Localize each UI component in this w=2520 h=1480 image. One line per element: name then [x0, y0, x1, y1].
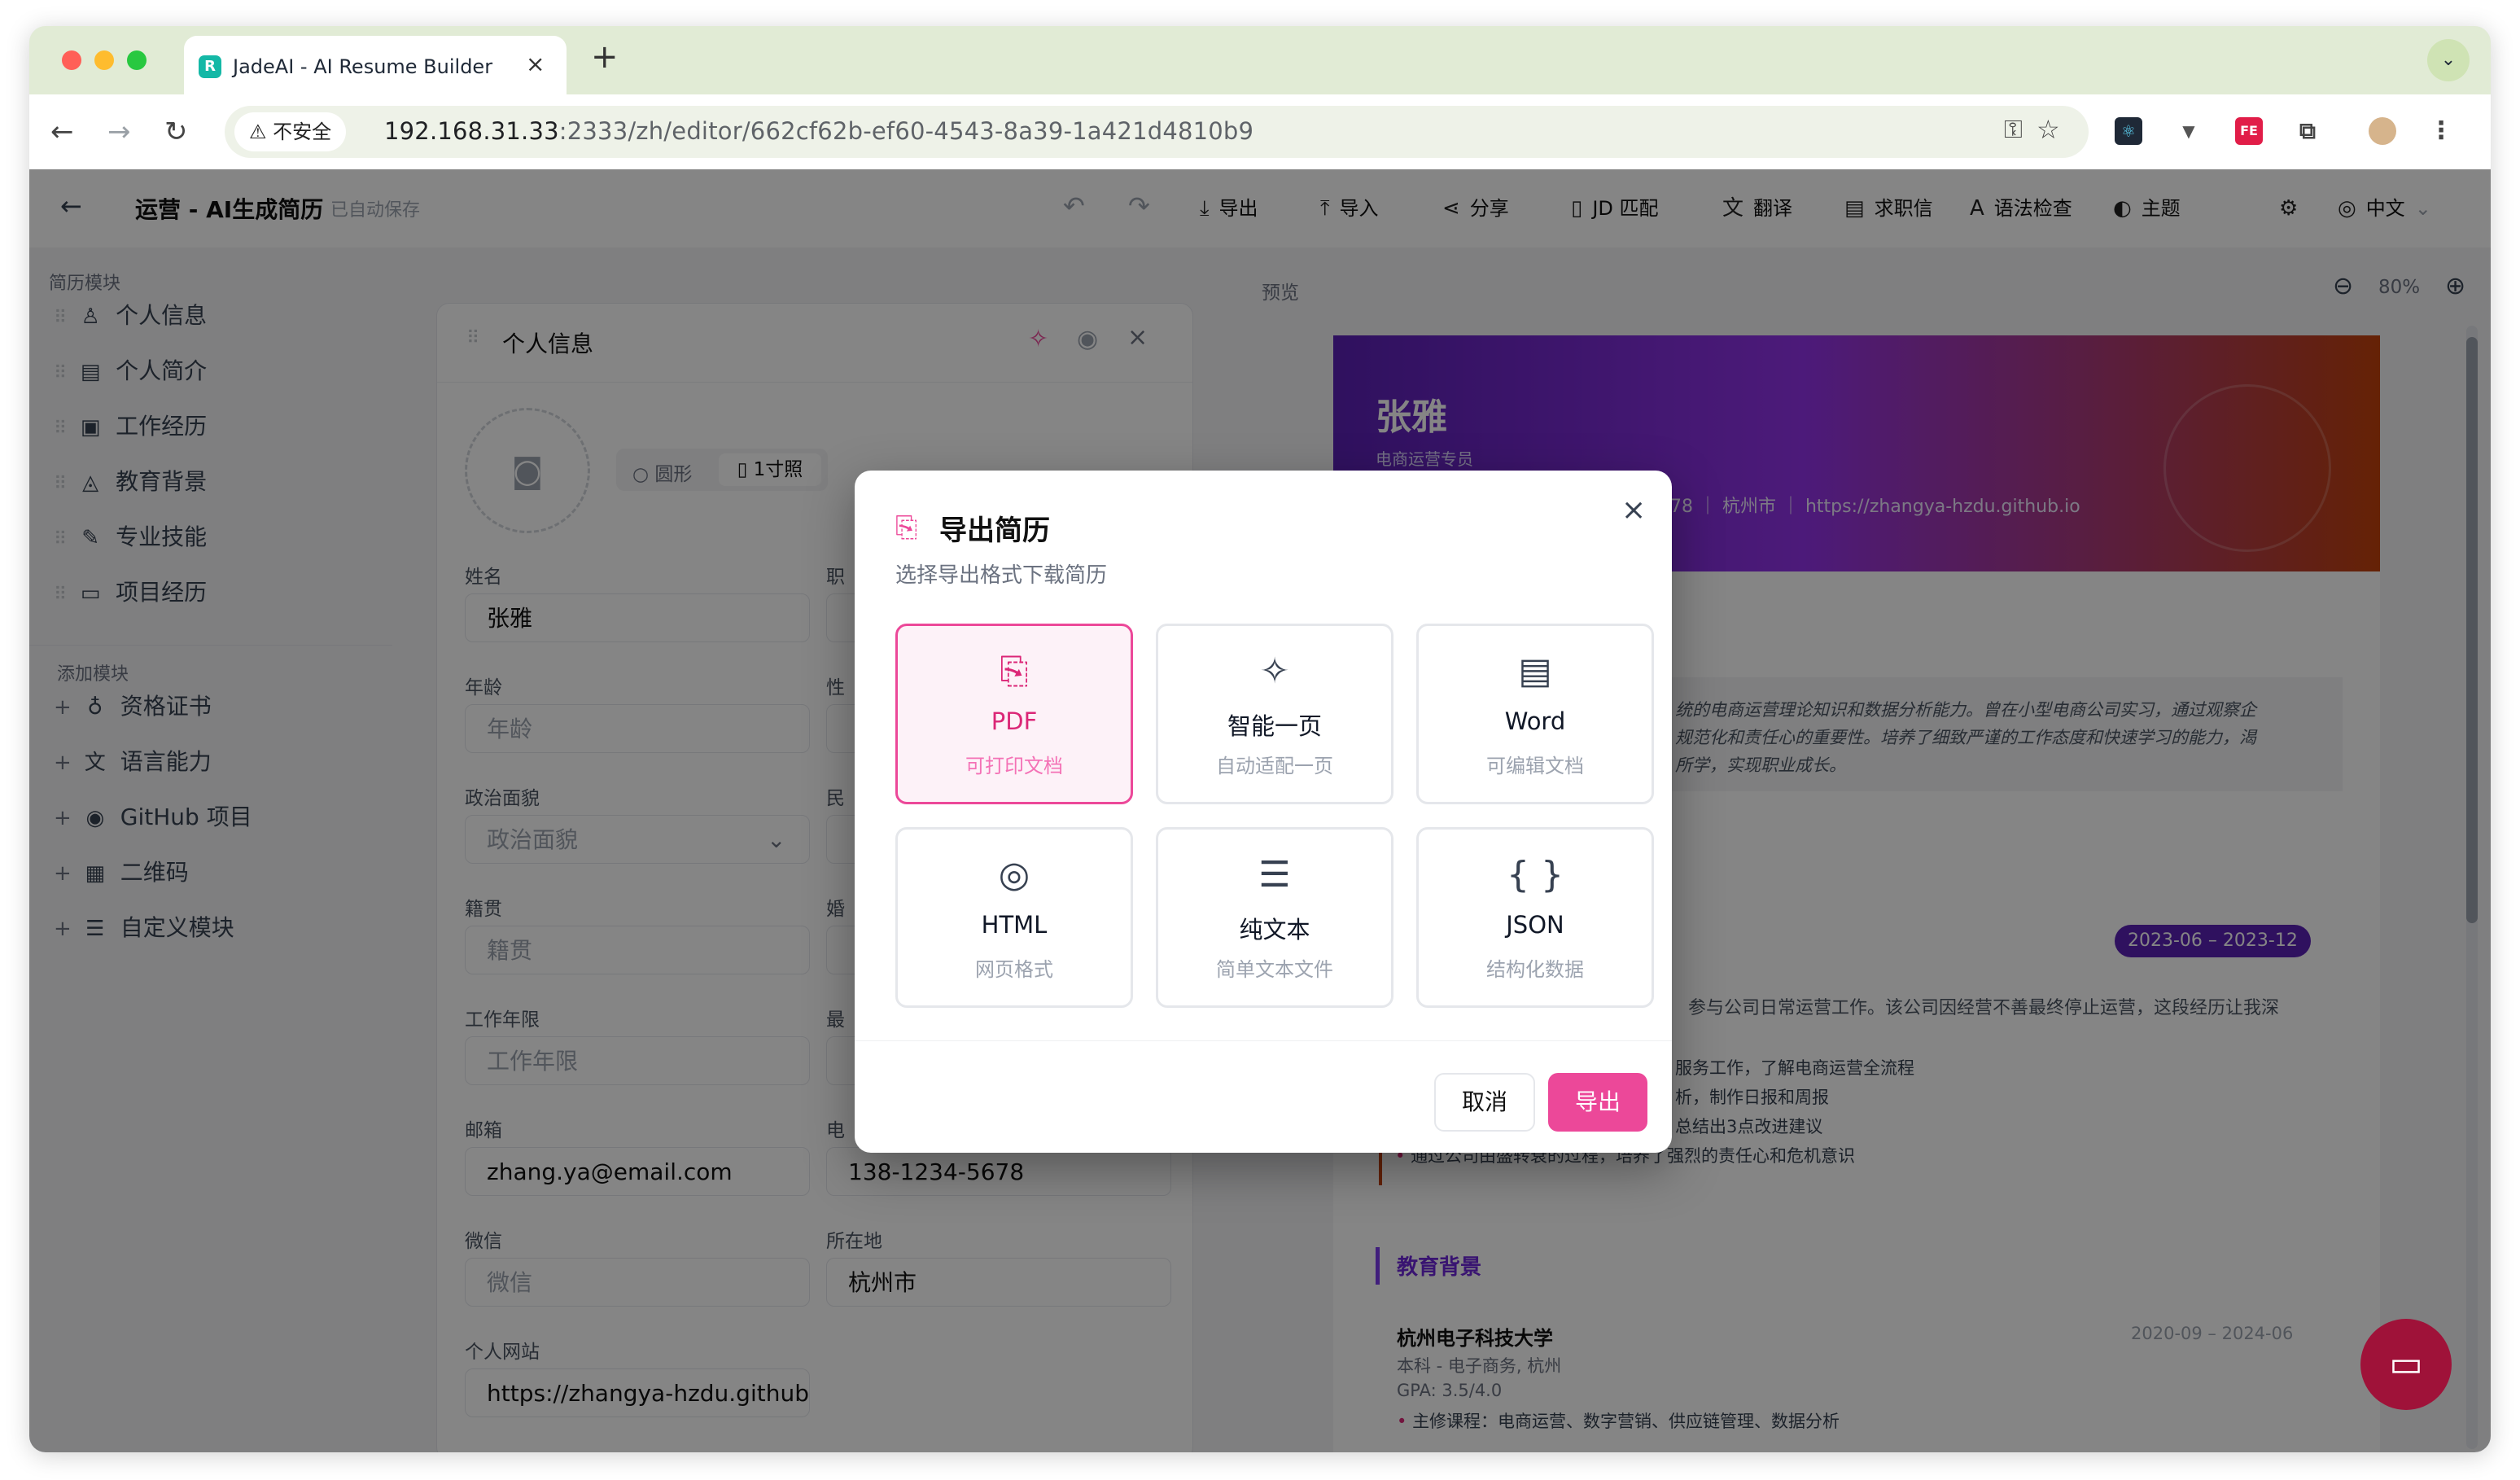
browser-window: R JadeAI - AI Resume Builder × + ⌄ ← → ↻…	[29, 26, 2491, 1452]
maximize-window-button[interactable]	[127, 50, 147, 70]
sparkles-icon: ✧	[1259, 650, 1290, 692]
format-option-json[interactable]: { } JSON 结构化数据	[1416, 827, 1654, 1008]
cancel-button[interactable]: 取消	[1434, 1073, 1535, 1132]
url-path: :2333/zh/editor/662cf62b-ef60-4543-8a39-…	[558, 117, 1254, 145]
format-desc: 简单文本文件	[1216, 958, 1333, 981]
message-square-icon: ▭	[2389, 1343, 2423, 1385]
align-left-icon: ☰	[1258, 854, 1291, 895]
new-tab-button[interactable]: +	[591, 41, 619, 73]
insecure-label: 不安全	[273, 120, 332, 143]
file-download-icon: ⎘	[1000, 650, 1029, 692]
extensions-puzzle-icon[interactable]: ⧉	[2294, 117, 2321, 145]
format-desc: 可打印文档	[965, 755, 1063, 777]
format-name: HTML	[981, 911, 1048, 939]
format-name: JSON	[1506, 911, 1564, 939]
url-text[interactable]: 192.168.31.33:2333/zh/editor/662cf62b-ef…	[384, 117, 1253, 145]
tab-title: JadeAI - AI Resume Builder	[233, 55, 493, 78]
braces-icon: { }	[1507, 854, 1564, 895]
profile-avatar[interactable]	[2369, 117, 2396, 145]
address-bar[interactable]: ⚠ 不安全 192.168.31.33:2333/zh/editor/662cf…	[225, 106, 2089, 158]
dialog-divider	[855, 1040, 1672, 1041]
browser-tab[interactable]: R JadeAI - AI Resume Builder ×	[184, 36, 567, 94]
dialog-title: 导出简历	[939, 514, 1050, 547]
format-option-smart-page[interactable]: ✧ 智能一页 自动适配一页	[1156, 624, 1393, 804]
format-option-plain-text[interactable]: ☰ 纯文本 简单文本文件	[1156, 827, 1393, 1008]
format-option-word[interactable]: ▤ Word 可编辑文档	[1416, 624, 1654, 804]
format-option-pdf[interactable]: ⎘ PDF 可打印文档	[895, 624, 1133, 804]
vue-devtools-icon[interactable]: ▼	[2175, 117, 2203, 145]
fe-extension-icon[interactable]: FE	[2235, 117, 2263, 145]
minimize-window-button[interactable]	[94, 50, 114, 70]
warning-icon: ⚠	[249, 120, 273, 143]
close-window-button[interactable]	[62, 50, 81, 70]
react-devtools-icon[interactable]: ⚛	[2115, 117, 2142, 145]
dialog-close-icon[interactable]: ×	[1621, 493, 1646, 527]
chat-bubble-button[interactable]: ▭	[2360, 1319, 2452, 1410]
format-name: PDF	[991, 707, 1038, 735]
format-desc: 网页格式	[975, 958, 1053, 981]
globe-icon: ◎	[998, 854, 1030, 895]
format-name: 纯文本	[1239, 916, 1310, 944]
browser-toolbar: ← → ↻ ⚠ 不安全 192.168.31.33:2333/zh/editor…	[29, 94, 2491, 170]
tab-close-icon[interactable]: ×	[526, 50, 545, 77]
format-desc: 结构化数据	[1486, 958, 1584, 981]
dialog-subtitle: 选择导出格式下载简历	[895, 563, 1108, 588]
export-dialog: ⎘ 导出简历 选择导出格式下载简历 × ⎘ PDF 可打印文档 ✧ 智能一页 自…	[855, 471, 1672, 1153]
back-icon[interactable]: ←	[50, 116, 74, 148]
insecure-badge[interactable]: ⚠ 不安全	[234, 112, 347, 151]
tab-search-icon[interactable]: ⌄	[2427, 39, 2470, 81]
tab-bar: R JadeAI - AI Resume Builder × + ⌄	[29, 26, 2491, 94]
format-option-html[interactable]: ◎ HTML 网页格式	[895, 827, 1133, 1008]
reload-icon[interactable]: ↻	[164, 116, 188, 148]
password-key-icon[interactable]: ⚿	[2004, 116, 2023, 144]
file-download-icon: ⎘	[895, 511, 918, 544]
format-name: 智能一页	[1227, 712, 1322, 740]
file-text-icon: ▤	[1518, 650, 1552, 692]
tab-favicon: R	[199, 55, 221, 78]
forward-icon[interactable]: →	[107, 116, 131, 148]
format-name: Word	[1504, 707, 1566, 735]
format-desc: 可编辑文档	[1486, 755, 1584, 777]
url-host: 192.168.31.33	[384, 117, 559, 145]
bookmark-star-icon[interactable]: ☆	[2037, 114, 2060, 145]
format-desc: 自动适配一页	[1216, 755, 1333, 777]
export-confirm-button[interactable]: 导出	[1548, 1073, 1647, 1132]
browser-menu-icon[interactable]: ⋮	[2427, 117, 2455, 145]
